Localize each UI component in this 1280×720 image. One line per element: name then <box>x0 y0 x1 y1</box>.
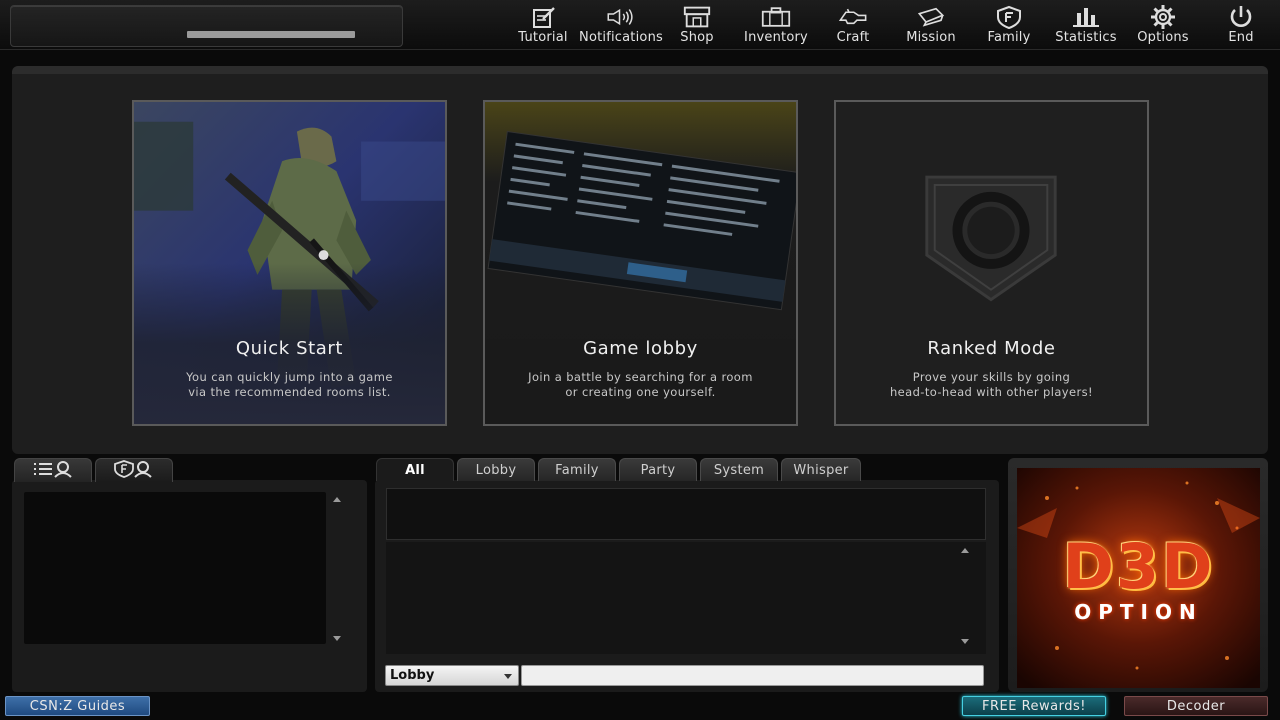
game-lobby-screen: Tutorial Notifications Shop Inventory Cr <box>0 0 1280 720</box>
shop-icon <box>682 4 712 30</box>
d3d-option-banner[interactable]: D3D OPTION <box>1017 468 1260 688</box>
decoder-button[interactable]: Decoder <box>1124 696 1268 716</box>
nav-options[interactable]: Options <box>1132 4 1194 48</box>
family-icon <box>994 4 1024 30</box>
nav-statistics[interactable]: Statistics <box>1052 4 1120 48</box>
nav-family[interactable]: Family <box>982 4 1036 48</box>
experience-bar <box>187 31 355 38</box>
friends-scroll-up-arrow[interactable] <box>333 497 341 502</box>
nav-mission-label: Mission <box>906 30 956 45</box>
game-lobby-title: Game lobby <box>583 338 698 359</box>
nav-tutorial[interactable]: Tutorial <box>512 4 574 48</box>
nav-inventory[interactable]: Inventory <box>738 4 814 48</box>
game-lobby-desc-line-2: or creating one yourself. <box>565 385 716 399</box>
nav-notifications[interactable]: Notifications <box>579 4 663 48</box>
gear-icon <box>1148 4 1178 30</box>
quick-start-desc-line-2: via the recommended rooms list. <box>188 385 391 399</box>
tutorial-icon <box>528 4 558 30</box>
chat-tab-party[interactable]: Party <box>619 458 697 481</box>
nav-mission[interactable]: Mission <box>900 4 962 48</box>
nav-notifications-label: Notifications <box>579 30 663 45</box>
ad-subtitle: OPTION <box>1074 600 1203 624</box>
nav-family-label: Family <box>987 30 1031 45</box>
top-navigation-bar: Tutorial Notifications Shop Inventory Cr <box>0 0 1280 50</box>
user-profile-box[interactable] <box>10 5 403 47</box>
chat-tab-lobby[interactable]: Lobby <box>457 458 535 481</box>
quick-start-card[interactable]: Quick Start You can quickly jump into a … <box>132 100 447 426</box>
nav-shop[interactable]: Shop <box>673 4 721 48</box>
quick-start-title: Quick Start <box>235 338 344 359</box>
ad-title: D3D <box>1062 530 1215 603</box>
friends-scroll-down-arrow[interactable] <box>333 636 341 641</box>
chat-scroll-up-arrow[interactable] <box>961 548 969 553</box>
game-lobby-description: Join a battle by searching for a room or… <box>505 370 776 400</box>
nav-end-label: End <box>1228 30 1254 45</box>
ranked-mode-card[interactable]: Ranked Mode Prove your skills by going h… <box>834 100 1149 426</box>
game-lobby-card[interactable]: Game lobby Join a battle by searching fo… <box>483 100 798 426</box>
free-rewards-button[interactable]: FREE Rewards! <box>962 696 1106 716</box>
briefcase-icon <box>761 4 791 30</box>
chat-channel-value: Lobby <box>390 668 435 683</box>
family-members-icon <box>114 459 154 482</box>
chevron-down-icon <box>504 674 512 679</box>
game-lobby-desc-line-1: Join a battle by searching for a room <box>528 370 753 384</box>
friend-list-icon <box>32 460 74 482</box>
craft-icon <box>838 4 868 30</box>
tab-friend-list[interactable] <box>14 458 92 482</box>
chat-tab-all[interactable]: All <box>376 458 454 481</box>
chat-scroll-down-arrow[interactable] <box>961 639 969 644</box>
tab-family-members[interactable] <box>95 458 173 482</box>
chat-tab-system[interactable]: System <box>700 458 778 481</box>
quick-start-desc-line-1: You can quickly jump into a game <box>186 370 393 384</box>
nav-statistics-label: Statistics <box>1055 30 1117 45</box>
mission-icon <box>916 4 946 30</box>
ranked-mode-desc-line-1: Prove your skills by going <box>912 370 1071 384</box>
nav-inventory-label: Inventory <box>744 30 808 45</box>
nav-end[interactable]: End <box>1220 4 1262 48</box>
nav-shop-label: Shop <box>680 30 714 45</box>
quick-start-description: You can quickly jump into a game via the… <box>154 370 425 400</box>
chat-tab-family[interactable]: Family <box>538 458 616 481</box>
ranked-mode-title: Ranked Mode <box>927 338 1056 359</box>
nav-craft[interactable]: Craft <box>830 4 876 48</box>
ranked-mode-description: Prove your skills by going head-to-head … <box>856 370 1127 400</box>
nav-craft-label: Craft <box>836 30 870 45</box>
statistics-icon <box>1071 4 1101 30</box>
speaker-icon <box>606 4 636 30</box>
power-icon <box>1226 4 1256 30</box>
chat-channel-select[interactable]: Lobby <box>385 665 519 686</box>
chat-notice-area <box>386 488 986 540</box>
chat-tab-whisper[interactable]: Whisper <box>781 458 861 481</box>
chat-message-input[interactable] <box>521 665 984 686</box>
ranked-mode-desc-line-2: head-to-head with other players! <box>889 385 1094 399</box>
nav-options-label: Options <box>1137 30 1189 45</box>
nav-tutorial-label: Tutorial <box>518 30 568 45</box>
guides-button[interactable]: CSN:Z Guides <box>5 696 150 716</box>
friends-list[interactable] <box>24 492 326 644</box>
chat-message-log[interactable] <box>386 542 986 654</box>
